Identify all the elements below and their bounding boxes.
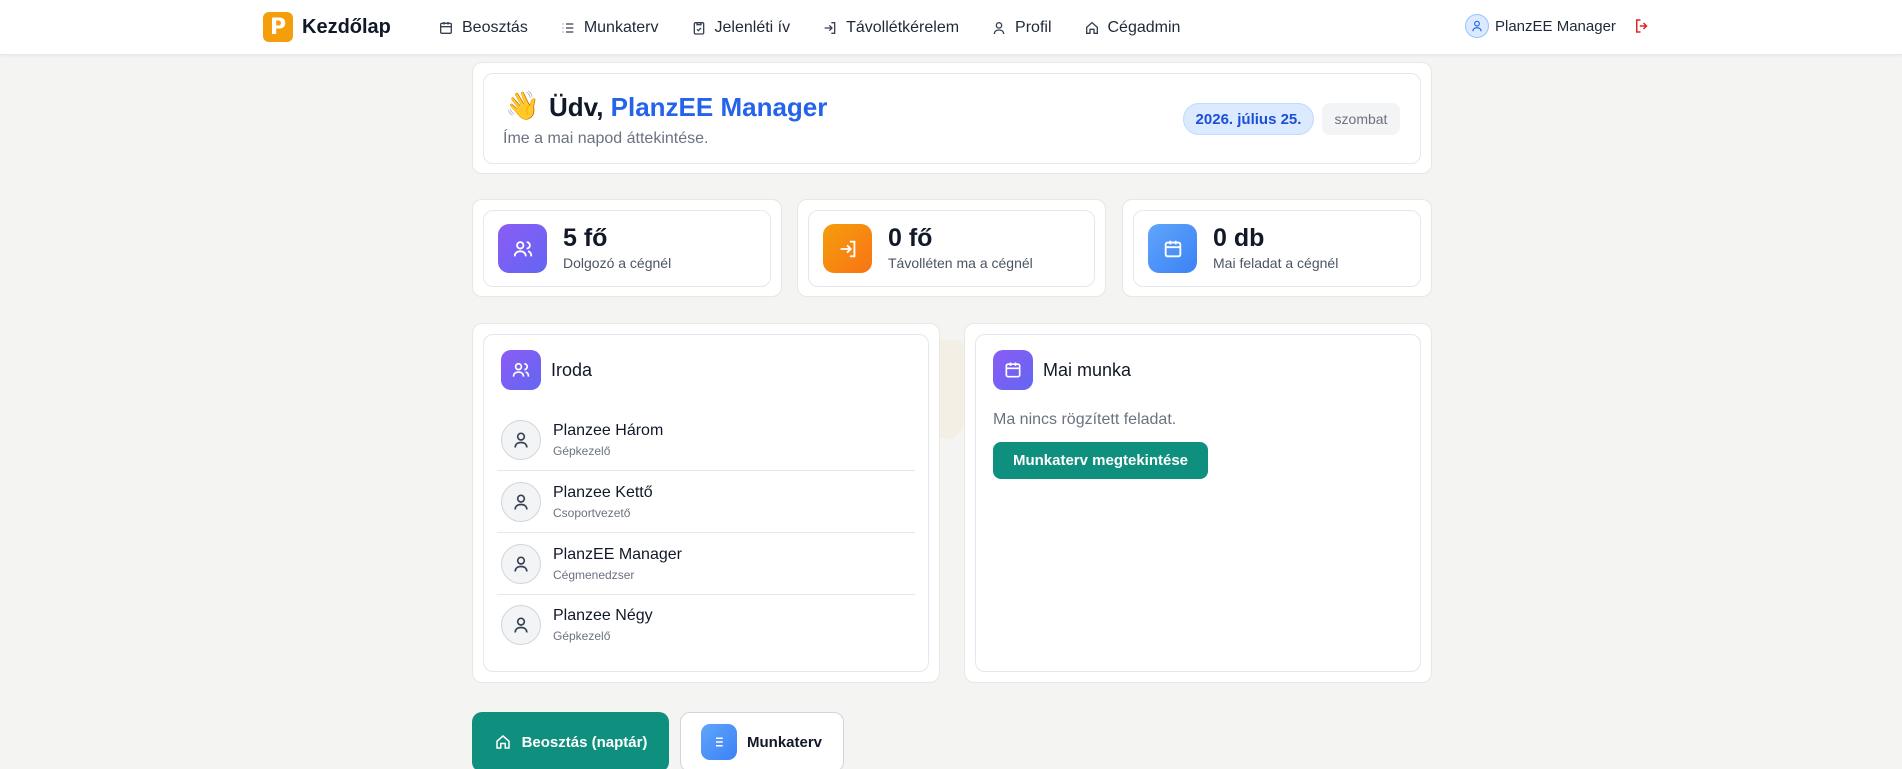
list-icon <box>701 724 737 760</box>
nav-item-label: Munkaterv <box>583 18 659 36</box>
stat-label: Dolgozó a cégnél <box>563 255 672 271</box>
member-role: Cégmenedzser <box>553 568 635 582</box>
nav-item-label: Távollétkérelem <box>846 18 960 36</box>
wave-icon: 👋 <box>505 90 540 121</box>
today-work-panel-inner <box>975 334 1421 672</box>
today-work-title: Mai munka <box>1043 360 1132 380</box>
nav-item-tavolletkerelem[interactable]: Távollétkérelem <box>822 19 959 37</box>
user-icon <box>1472 20 1482 32</box>
avatar <box>501 482 541 522</box>
user-icon <box>514 494 528 510</box>
nav-item-label: Jelenléti ív <box>714 18 791 36</box>
greeting-title: Üdv, PlanzEE Manager <box>549 92 827 123</box>
greeting-name: PlanzEE Manager <box>610 92 828 122</box>
login-arrow-icon <box>823 224 872 273</box>
team-member-row[interactable]: Planzee Négy Gépkezelő <box>497 594 915 656</box>
calendar-icon <box>1148 224 1197 273</box>
logout-button[interactable] <box>1632 16 1652 36</box>
avatar <box>501 420 541 460</box>
nav-item-label: Profil <box>1015 18 1052 36</box>
date-badge: 2026. július 25. <box>1183 103 1314 135</box>
stat-label: Mai feladat a cégnél <box>1213 255 1339 271</box>
user-icon <box>993 21 1005 34</box>
clipboard-icon <box>693 21 704 35</box>
brand-home-link[interactable]: P Kezdőlap <box>263 12 391 42</box>
workplan-quick-button[interactable]: Munkaterv <box>680 712 844 769</box>
avatar <box>501 544 541 584</box>
team-panel-title: Iroda <box>551 360 593 380</box>
team-member-row[interactable]: Planzee Kettő Csoportvezető <box>497 471 915 533</box>
avatar <box>501 605 541 645</box>
member-name: Planzee Három <box>553 422 664 439</box>
stat-value: 0 db <box>1213 224 1265 252</box>
nav-item-jelenleti-iv[interactable]: Jelenléti ív <box>691 18 791 37</box>
nav-item-beosztas[interactable]: Beosztás <box>438 19 528 37</box>
brand-logo-icon: P <box>263 12 293 42</box>
user-icon <box>514 617 528 633</box>
team-member-row[interactable]: Planzee Három Gépkezelő <box>497 409 915 471</box>
team-member-row[interactable]: PlanzEE Manager Cégmenedzser <box>497 533 915 595</box>
greeting-prefix: Üdv, <box>549 92 611 122</box>
brand-name: Kezdőlap <box>302 15 391 38</box>
nav-item-cegadmin[interactable]: Cégadmin <box>1084 18 1181 37</box>
nav-item-label: Cégadmin <box>1107 18 1181 36</box>
calendar-icon <box>993 350 1033 390</box>
logout-icon <box>1635 19 1648 33</box>
workplan-quick-label: Munkaterv <box>747 733 823 751</box>
stat-value: 0 fő <box>888 224 933 252</box>
top-navbar: P Kezdőlap Beosztás Munkaterv Jelenléti … <box>0 0 1902 55</box>
user-avatar <box>1465 14 1489 38</box>
no-tasks-text: Ma nincs rögzített feladat. <box>993 411 1177 428</box>
nav-item-munkaterv[interactable]: Munkaterv <box>560 19 659 37</box>
user-name: PlanzEE Manager <box>1495 17 1616 35</box>
member-name: Planzee Kettő <box>553 484 653 501</box>
member-role: Gépkezelő <box>553 444 611 458</box>
calendar-icon <box>440 21 452 34</box>
login-arrow-icon <box>824 21 836 34</box>
nav-item-label: Beosztás <box>462 18 528 36</box>
list-icon <box>562 22 574 33</box>
home-icon <box>1085 21 1098 34</box>
users-icon <box>498 224 547 273</box>
main-nav: Beosztás Munkaterv Jelenléti ív Távollét… <box>438 0 1212 55</box>
users-icon <box>501 350 541 390</box>
member-name: PlanzEE Manager <box>553 546 682 563</box>
weekday-badge: szombat <box>1322 103 1400 135</box>
user-icon <box>514 432 528 448</box>
stat-value: 5 fő <box>563 224 608 252</box>
nav-item-profil[interactable]: Profil <box>991 18 1052 37</box>
greeting-subtitle: Íme a mai napod áttekintése. <box>503 130 709 147</box>
member-role: Gépkezelő <box>553 629 611 643</box>
stat-label: Távolléten ma a cégnél <box>888 255 1033 271</box>
member-role: Csoportvezető <box>553 506 631 520</box>
home-icon <box>495 735 510 749</box>
user-menu[interactable]: PlanzEE Manager <box>1465 14 1652 38</box>
schedule-calendar-button[interactable]: Beosztás (naptár) <box>472 712 669 769</box>
schedule-calendar-label: Beosztás (naptár) <box>521 733 648 751</box>
view-workplan-button[interactable]: Munkaterv megtekintése <box>993 442 1208 479</box>
member-name: Planzee Négy <box>553 607 653 624</box>
user-icon <box>514 556 528 572</box>
